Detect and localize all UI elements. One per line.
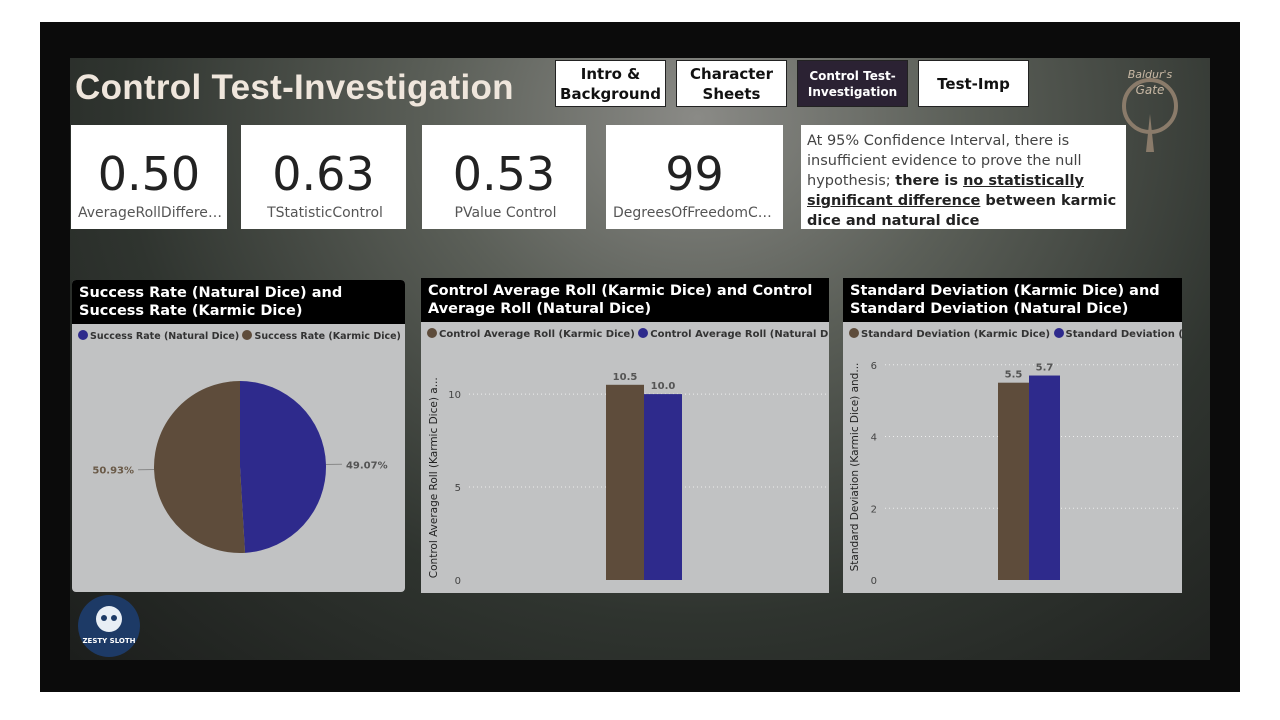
chart-title: Control Average Roll (Karmic Dice) and C… [421,278,829,322]
average-roll-bar-chart: 0 5 10 Control Average Roll (Karmic Dice) a… [428,372,826,587]
pie-slice [240,381,326,553]
data-label: 49.07% [346,460,388,471]
y-tick-label: 10 [448,390,461,401]
conclusion-text: At 95% Confidence Interval, there is ins… [801,125,1126,229]
y-axis-label: Control Average Roll (Karmic Dice) a... [428,377,440,578]
pie-chart: 49.07% 50.93% [92,381,388,553]
y-tick-label: 4 [871,433,877,444]
nav-intro-background[interactable]: Intro & Background [555,60,666,107]
kpi-label: TStatisticControl [267,205,383,221]
chart-title: Success Rate (Natural Dice) and Success … [72,280,405,324]
bar [998,382,1029,580]
kpi-value: 0.53 [452,147,556,201]
bar [606,384,644,580]
y-tick-label: 6 [871,361,877,372]
kpi-tstatistic: 0.63 TStatisticControl [241,125,406,229]
nav-test-imp[interactable]: Test-Imp [918,60,1029,107]
y-tick-label: 5 [455,483,461,494]
data-label: 10.0 [651,381,676,392]
kpi-value: 0.50 [97,147,201,201]
bar [1029,375,1060,580]
kpi-label: DegreesOfFreedomControl [613,205,779,221]
svg-text:Baldur's: Baldur's [1128,68,1173,81]
page-title: Control Test-Investigation [75,68,514,107]
bar [644,394,682,580]
data-label: 50.93% [92,466,134,477]
chart-title: Standard Deviation (Karmic Dice) and Sta… [843,278,1182,322]
svg-text:Gate: Gate [1136,83,1165,97]
kpi-value: 0.63 [272,147,375,201]
pie-chart-panel: Success Rate (Natural Dice) and Success … [72,280,405,592]
kpi-average-roll-difference: 0.50 AverageRollDifference [71,125,227,229]
nav-character-sheets[interactable]: Character Sheets [676,60,787,107]
y-tick-label: 0 [455,576,461,587]
note-bold: there is [895,173,964,189]
data-label: 5.5 [1005,370,1023,381]
kpi-label: PValue Control [454,205,557,221]
nav-control-test[interactable]: Control Test-Investigation [797,60,908,107]
average-roll-chart-panel: Control Average Roll (Karmic Dice) and C… [421,278,829,593]
y-tick-label: 2 [871,504,877,515]
y-axis-label: Standard Deviation (Karmic Dice) and... [849,363,861,572]
kpi-label: AverageRollDifference [78,205,223,221]
zesty-sloth-logo: ZESTY SLOTH [78,595,140,657]
data-label: 5.7 [1036,363,1054,374]
brand-text: ZESTY SLOTH [82,637,136,645]
pie-slice [153,381,246,553]
std-dev-chart-panel: Standard Deviation (Karmic Dice) and Sta… [843,278,1182,593]
data-label: 10.5 [613,372,638,383]
kpi-pvalue: 0.53 PValue Control [422,125,586,229]
std-dev-bar-chart: 0 2 4 6 Standard Deviation (Karmic Dice) and… [849,361,1179,587]
kpi-value: 99 [665,147,724,201]
y-tick-label: 0 [871,576,877,587]
kpi-degrees-of-freedom: 99 DegreesOfFreedomControl [606,125,783,229]
